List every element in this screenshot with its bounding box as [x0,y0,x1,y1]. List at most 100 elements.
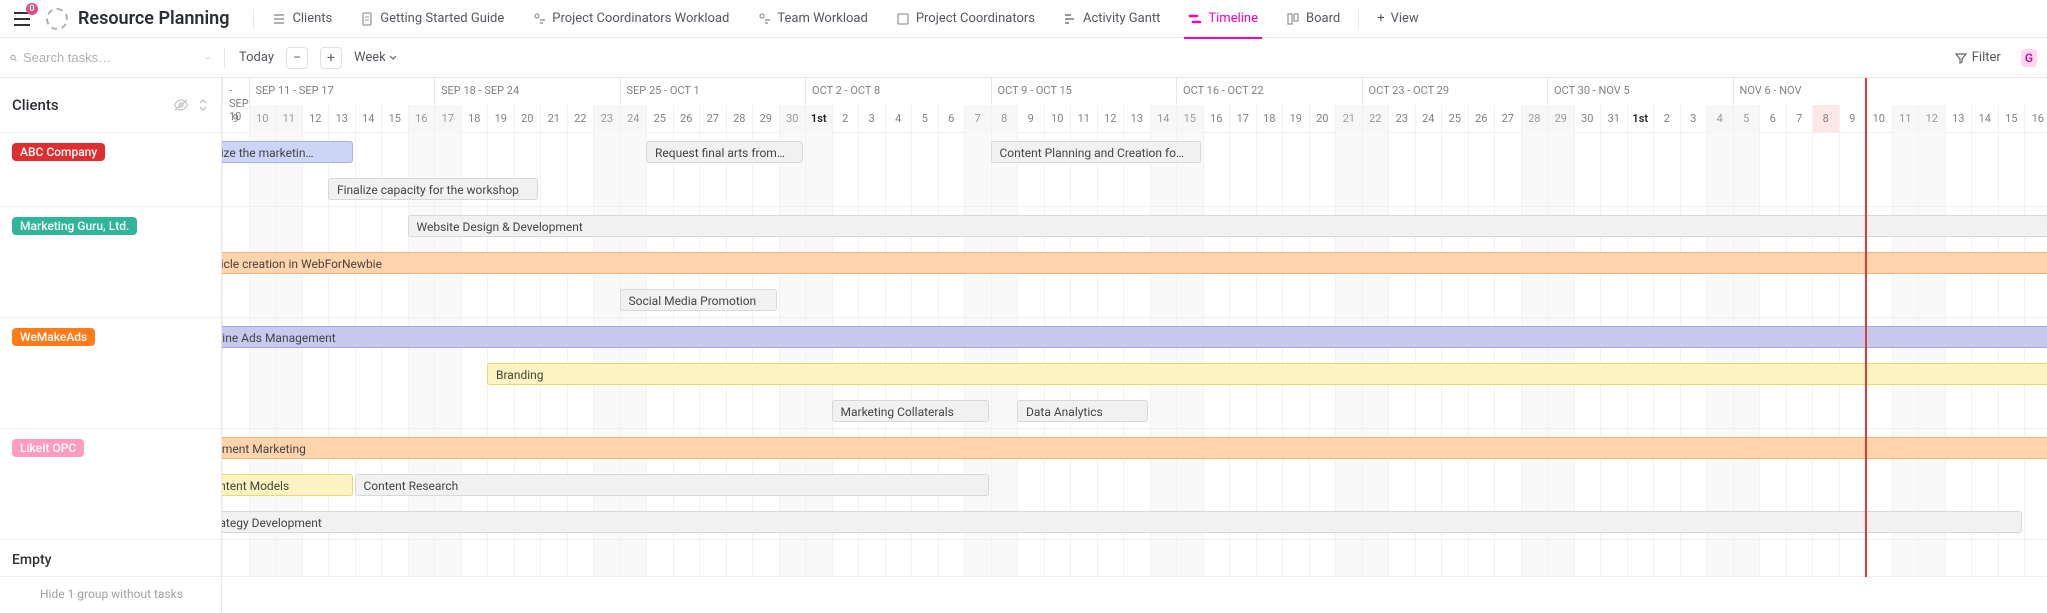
day-header: 15 [1998,105,2025,133]
task-bar[interactable]: Social Media Promotion [620,289,777,311]
day-header: 15 [381,105,408,133]
group-row: Marketing Guru, Ltd. [0,207,221,318]
task-bar[interactable]: Branding [487,363,2047,385]
tab-activity-gantt[interactable]: Activity Gantt [1051,0,1172,38]
tab-project-coordinators-workload[interactable]: Project Coordinators Workload [520,0,741,38]
day-header: 12 [302,105,329,133]
day-header: 17 [1229,105,1256,133]
day-header: 3 [858,105,885,133]
search-input[interactable] [23,50,199,65]
day-header: 19 [487,105,514,133]
search-icon [10,51,17,65]
day-header: 31 [1600,105,1627,133]
timeline-row: nalize the marketin… Request final arts f… [222,133,2047,207]
today-button[interactable]: Today [239,50,274,65]
zoom-in-button[interactable]: + [320,47,342,69]
group-by-label: Clients [12,96,59,114]
group-tag[interactable]: ABC Company [12,143,105,161]
day-header: 6 [938,105,965,133]
chevron-down-icon[interactable] [205,53,210,63]
day-header: 4 [1706,105,1733,133]
search-wrapper [10,50,210,65]
timeline[interactable]: - SEP 10SEP 11 - SEP 17SEP 18 - SEP 24SE… [222,78,2047,613]
zoom-out-button[interactable]: − [286,47,308,69]
hide-groups-link[interactable]: Hide 1 group without tasks [0,577,221,611]
tab-project-coordinators[interactable]: Project Coordinators [884,0,1047,38]
day-header: 20 [514,105,541,133]
day-header: 21 [540,105,567,133]
day-header: 17 [434,105,461,133]
group-badge[interactable]: G [2021,49,2037,67]
day-header: 27 [1494,105,1521,133]
timeline-row [222,540,2047,577]
day-header: 13 [1945,105,1972,133]
day-header: 25 [646,105,673,133]
week-header: OCT 30 - NOV 5 [1547,78,1733,105]
day-header: 13 [328,105,355,133]
task-bar[interactable]: Data Analytics [1017,400,1148,422]
collapse-icon[interactable] [197,99,209,111]
timeline-row: Online Ads Management Branding Marketing C… [222,318,2047,429]
filter-button[interactable]: Filter [1955,50,2001,65]
day-header: 18 [1256,105,1283,133]
day-header: 9 [1017,105,1044,133]
eye-icon[interactable] [173,99,189,111]
timeline-row: Website Design & Development Article crea… [222,207,2047,318]
task-bar[interactable]: nalize the marketin… [222,141,353,163]
day-header: 14 [1150,105,1177,133]
week-header: - SEP 10 [222,78,249,105]
sidebar-header: Clients [0,78,221,133]
day-header: 24 [1415,105,1442,133]
day-header: 9 [1839,105,1866,133]
timeline-row: Moment Marketing Content ModelsContent Re… [222,429,2047,540]
day-header: 16 [1203,105,1230,133]
task-bar[interactable]: Content Research [355,474,989,496]
day-header: 16 [2024,105,2047,133]
day-header: 26 [1468,105,1495,133]
add-view-button[interactable]: + View [1365,0,1431,38]
task-bar[interactable]: Online Ads Management [222,326,2047,348]
day-header: 14 [355,105,382,133]
task-bar[interactable]: Content Planning and Creation fo… [991,141,1201,163]
menu-button[interactable]: 0 [8,5,36,33]
notification-badge[interactable]: 0 [26,3,38,15]
sidebar: Clients ABC Company Marketing Guru, Ltd. W… [0,78,222,613]
day-header: 16 [408,105,435,133]
group-tag[interactable]: WeMakeAds [12,328,95,346]
task-bar[interactable]: Request final arts from… [646,141,803,163]
day-header: 12 [1918,105,1945,133]
tab-board[interactable]: Board [1274,0,1352,38]
day-header: 22 [1362,105,1389,133]
day-header: 29 [752,105,779,133]
group-row: WeMakeAds [0,318,221,429]
group-tag[interactable]: Marketing Guru, Ltd. [12,217,137,235]
timeline-body[interactable]: nalize the marketin… Request final arts f… [222,133,2047,577]
tab-getting-started-guide[interactable]: Getting Started Guide [348,0,516,38]
week-header: NOV 6 - NOV [1733,78,2047,105]
group-tag[interactable]: LikeIt OPC [12,439,84,457]
task-bar[interactable]: Marketing Collaterals [832,400,989,422]
task-bar[interactable]: Article creation in WebForNewbie [222,252,2047,274]
day-header: 3 [1680,105,1707,133]
task-bar[interactable]: Finalize capacity for the workshop [328,178,538,200]
task-bar[interactable]: Content Models [222,474,353,496]
week-header: OCT 2 - OCT 8 [805,78,991,105]
tab-timeline[interactable]: Timeline [1176,0,1270,38]
week-header: OCT 23 - OCT 29 [1362,78,1548,105]
task-bar[interactable]: Moment Marketing [222,437,2047,459]
zoom-level[interactable]: Week [354,50,397,65]
task-bar[interactable]: Strategy Development [222,511,2022,533]
week-header: SEP 18 - SEP 24 [434,78,620,105]
day-header: 30 [1574,105,1601,133]
week-header: OCT 9 - OCT 15 [991,78,1177,105]
day-header: 18 [461,105,488,133]
task-bar[interactable]: Website Design & Development [408,215,2047,237]
day-header: 8 [991,105,1018,133]
page-title: Resource Planning [78,8,229,29]
top-bar: 0 Resource Planning ClientsGetting Start… [0,0,2047,38]
day-header: 13 [1123,105,1150,133]
tab-team-workload[interactable]: Team Workload [745,0,879,38]
group-tag[interactable]: Empty [12,550,52,570]
group-row: Empty [0,540,221,577]
tab-clients[interactable]: Clients [260,0,344,38]
